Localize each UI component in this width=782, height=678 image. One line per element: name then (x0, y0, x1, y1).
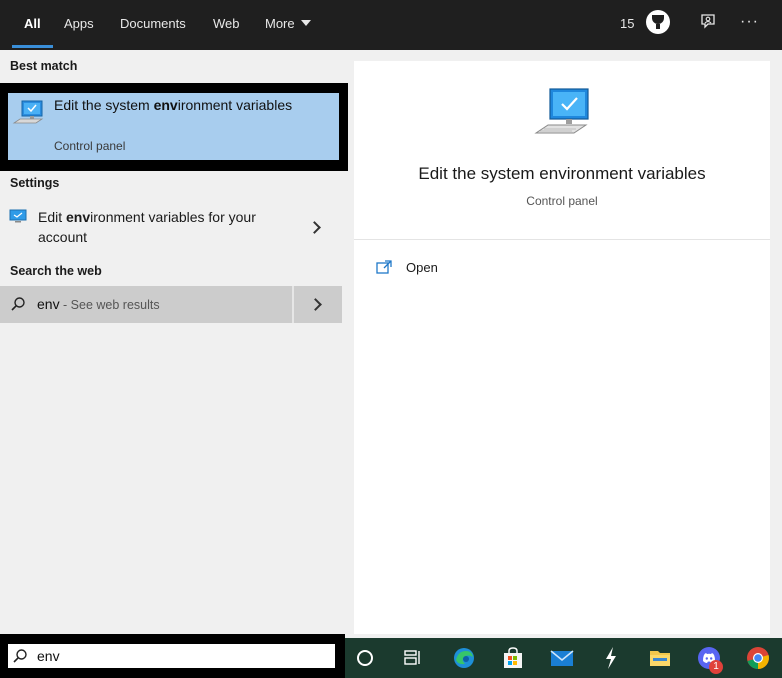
search-field[interactable] (8, 644, 335, 668)
taskbar-search-box (0, 634, 345, 678)
tab-more[interactable]: More (265, 0, 311, 50)
result-details-pane: Edit the system environment variables Co… (354, 61, 770, 634)
store-icon[interactable] (501, 646, 525, 670)
section-settings: Settings (10, 176, 60, 190)
open-window-icon (376, 260, 392, 274)
bolt-app-icon[interactable] (599, 646, 623, 670)
section-best-match: Best match (10, 59, 78, 73)
trophy-icon[interactable] (646, 10, 670, 34)
chevron-right-icon[interactable] (309, 298, 322, 311)
detail-subtitle: Control panel (526, 194, 598, 208)
tab-more-label: More (265, 16, 295, 31)
computer-monitor-icon (534, 88, 589, 134)
detail-title: Edit the system environment variables (418, 164, 706, 183)
tab-documents[interactable]: Documents (120, 0, 186, 50)
search-input[interactable] (37, 647, 327, 665)
web-search-main[interactable]: env - See web results (0, 286, 292, 323)
chevron-down-icon (300, 20, 311, 26)
best-match-subtitle: Control panel (54, 139, 126, 153)
pane-gutter (770, 50, 782, 634)
feedback-icon[interactable] (699, 13, 717, 31)
more-options-icon[interactable]: ··· (740, 0, 759, 50)
web-results-hint: - See web results (59, 298, 160, 312)
open-label: Open (406, 260, 438, 275)
chevron-right-icon[interactable] (308, 221, 321, 234)
tab-web[interactable]: Web (213, 0, 240, 50)
best-match-title-highlight: env (153, 97, 178, 113)
chrome-icon[interactable] (746, 646, 770, 670)
web-search-query: env - See web results (37, 296, 160, 312)
settings-title-part: Edit (38, 209, 67, 225)
cortana-icon[interactable] (353, 646, 377, 670)
best-match-title-part: Edit the system (54, 97, 154, 113)
web-search-result[interactable]: env - See web results (0, 286, 342, 323)
open-button[interactable]: Open (376, 259, 496, 279)
best-match-title: Edit the system environment variables (54, 95, 324, 115)
task-view-icon[interactable] (401, 646, 425, 670)
settings-monitor-icon (9, 209, 27, 223)
search-icon (11, 297, 25, 311)
notification-badge: 1 (709, 660, 723, 674)
section-search-web: Search the web (10, 264, 102, 278)
results-list: Best match Edit the system environment v… (0, 50, 348, 634)
rewards-points: 15 (620, 16, 635, 31)
settings-result[interactable]: Edit environment variables for your acco… (0, 202, 342, 256)
edge-icon[interactable] (452, 646, 476, 670)
settings-title-highlight: env (66, 209, 91, 225)
file-explorer-icon[interactable] (648, 646, 672, 670)
mail-icon[interactable] (550, 646, 574, 670)
detail-divider (354, 239, 770, 240)
best-match-title-part: ironment variables (177, 97, 293, 113)
search-scope-bar: All Apps Documents Web More 15 ··· (0, 0, 782, 50)
best-match-result[interactable]: Edit the system environment variables Co… (0, 83, 348, 171)
web-query-text: env (37, 296, 60, 312)
taskbar: 1 (345, 638, 782, 678)
tab-all[interactable]: All (12, 0, 52, 50)
search-icon (13, 649, 27, 663)
computer-monitor-icon (12, 100, 44, 124)
web-row-divider (292, 286, 294, 323)
best-match-highlight[interactable]: Edit the system environment variables Co… (8, 93, 339, 160)
settings-result-title: Edit environment variables for your acco… (38, 207, 298, 247)
tab-apps[interactable]: Apps (64, 0, 94, 50)
